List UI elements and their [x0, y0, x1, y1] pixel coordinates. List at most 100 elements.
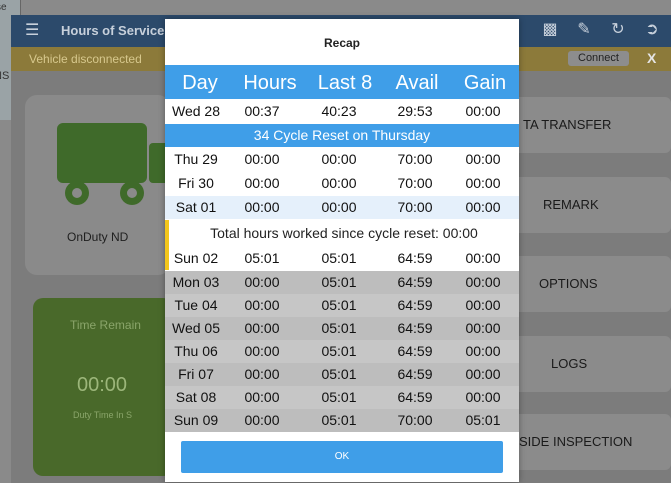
cell-gain: 00:00: [465, 103, 501, 119]
cell-day: Sat 08: [175, 389, 217, 405]
side-inspection-button[interactable]: SIDE INSPECTION: [511, 414, 671, 470]
table-row-current: Sun 02 05:01 05:01 64:59 00:00: [169, 247, 519, 270]
cell-hours: 00:00: [244, 297, 280, 313]
cell-last8: 05:01: [321, 412, 357, 428]
close-banner-button[interactable]: X: [647, 50, 656, 66]
cell-hours: 00:00: [244, 320, 280, 336]
cell-avail: 64:59: [397, 389, 433, 405]
cell-gain: 00:00: [465, 199, 501, 215]
cell-day: Wed 05: [172, 320, 220, 336]
column-header-day: Day: [182, 72, 218, 94]
cell-hours: 00:37: [244, 103, 280, 119]
cell-last8: 05:01: [321, 343, 357, 359]
logs-button[interactable]: LOGS: [511, 336, 671, 392]
cell-gain: 00:00: [465, 250, 501, 266]
banner-message: Vehicle disconnected: [29, 52, 142, 66]
cell-last8: 05:01: [321, 297, 357, 313]
cell-last8: 05:01: [321, 250, 357, 266]
appbar-actions: ▩ ✎ ↻ ➲: [541, 19, 661, 39]
cell-day: Sun 02: [173, 250, 219, 266]
cell-day: Thu 29: [174, 151, 218, 167]
time-remaining-title: Time Remain: [70, 318, 141, 332]
data-transfer-button[interactable]: TA TRANSFER: [511, 97, 671, 153]
cell-last8: 05:01: [321, 274, 357, 290]
cell-day: Wed 28: [172, 103, 220, 119]
cycle-reset-banner: 34 Cycle Reset on Thursday: [165, 124, 519, 147]
message-icon[interactable]: ▩: [541, 19, 559, 39]
cell-day: Tue 04: [174, 297, 218, 313]
background-text-fragment: se: [0, 2, 7, 13]
table-row-future: Tue 04 00:00 05:01 64:59 00:00: [165, 294, 519, 317]
cell-last8: 00:00: [321, 199, 357, 215]
table-row-future: Thu 06 00:00 05:01 64:59 00:00: [165, 340, 519, 363]
edit-icon[interactable]: ✎: [575, 19, 593, 39]
cell-avail: 29:53: [397, 103, 433, 119]
cell-avail: 64:59: [397, 320, 433, 336]
options-button[interactable]: OPTIONS: [511, 256, 671, 312]
total-hours-since-reset: Total hours worked since cycle reset: 00…: [169, 220, 519, 247]
ok-button[interactable]: OK: [181, 441, 503, 473]
remark-button[interactable]: REMARK: [511, 177, 671, 233]
time-remaining-subtitle: Duty Time In S: [73, 410, 133, 420]
column-header-gain: Gain: [463, 72, 507, 94]
cell-avail: 64:59: [397, 343, 433, 359]
recap-table-header: Day Hours Last 8 Avail Gain: [165, 65, 519, 99]
cell-day: Sat 01: [175, 199, 217, 215]
cell-last8: 00:00: [321, 175, 357, 191]
logout-icon[interactable]: ➲: [643, 19, 661, 39]
cell-avail: 70:00: [397, 175, 433, 191]
cell-last8: 40:23: [321, 103, 357, 119]
cell-avail: 64:59: [397, 274, 433, 290]
cell-gain: 00:00: [465, 320, 501, 336]
refresh-icon[interactable]: ↻: [609, 19, 627, 39]
duty-status-label: OnDuty ND: [67, 230, 129, 244]
cell-avail: 70:00: [397, 199, 433, 215]
table-row-future: Sat 08 00:00 05:01 64:59 00:00: [165, 386, 519, 409]
cell-gain: 00:00: [465, 151, 501, 167]
cell-hours: 05:01: [244, 250, 280, 266]
table-row-future: Wed 05 00:00 05:01 64:59 00:00: [165, 317, 519, 340]
column-header-hours: Hours: [243, 72, 297, 94]
cell-last8: 05:01: [321, 389, 357, 405]
cell-last8: 05:01: [321, 320, 357, 336]
cell-hours: 00:00: [244, 412, 280, 428]
cell-avail: 70:00: [397, 151, 433, 167]
cell-hours: 00:00: [244, 274, 280, 290]
cell-gain: 05:01: [465, 412, 501, 428]
menu-icon[interactable]: ☰: [25, 20, 39, 40]
duty-status-card[interactable]: OnDuty ND: [25, 95, 177, 275]
table-row-future: Mon 03 00:00 05:01 64:59 00:00: [165, 271, 519, 294]
column-header-last8: Last 8: [317, 72, 373, 94]
cell-gain: 00:00: [465, 297, 501, 313]
cell-gain: 00:00: [465, 175, 501, 191]
cell-day: Fri 07: [178, 366, 214, 382]
cell-day: Mon 03: [172, 274, 220, 290]
cell-avail: 64:59: [397, 366, 433, 382]
cell-gain: 00:00: [465, 389, 501, 405]
table-row: Sat 01 00:00 00:00 70:00 00:00: [165, 196, 519, 219]
time-remaining-card: Time Remain 00:00 Duty Time In S: [33, 298, 173, 476]
cell-hours: 00:00: [244, 389, 280, 405]
cell-last8: 05:01: [321, 366, 357, 382]
truck-icon: [57, 123, 177, 205]
table-row-future: Fri 07 00:00 05:01 64:59 00:00: [165, 363, 519, 386]
table-row: Thu 29 00:00 00:00 70:00 00:00: [165, 148, 519, 171]
table-row: Fri 30 00:00 00:00 70:00 00:00: [165, 172, 519, 195]
recap-dialog: Recap Day Hours Last 8 Avail Gain Wed 28…: [165, 19, 519, 482]
cell-avail: 64:59: [397, 250, 433, 266]
cell-hours: 00:00: [244, 199, 280, 215]
cell-hours: 00:00: [244, 343, 280, 359]
cell-hours: 00:00: [244, 151, 280, 167]
cell-gain: 00:00: [465, 274, 501, 290]
cell-day: Fri 30: [178, 175, 214, 191]
cell-gain: 00:00: [465, 343, 501, 359]
app-title: Hours of Service: [61, 23, 165, 38]
table-row: Wed 28 00:37 40:23 29:53 00:00: [165, 100, 519, 123]
background-text-fragment: NS: [0, 70, 10, 82]
connect-button[interactable]: Connect: [568, 51, 629, 66]
column-header-avail: Avail: [395, 72, 439, 94]
cell-hours: 00:00: [244, 366, 280, 382]
cell-hours: 00:00: [244, 175, 280, 191]
dialog-title: Recap: [323, 36, 361, 50]
cell-last8: 00:00: [321, 151, 357, 167]
